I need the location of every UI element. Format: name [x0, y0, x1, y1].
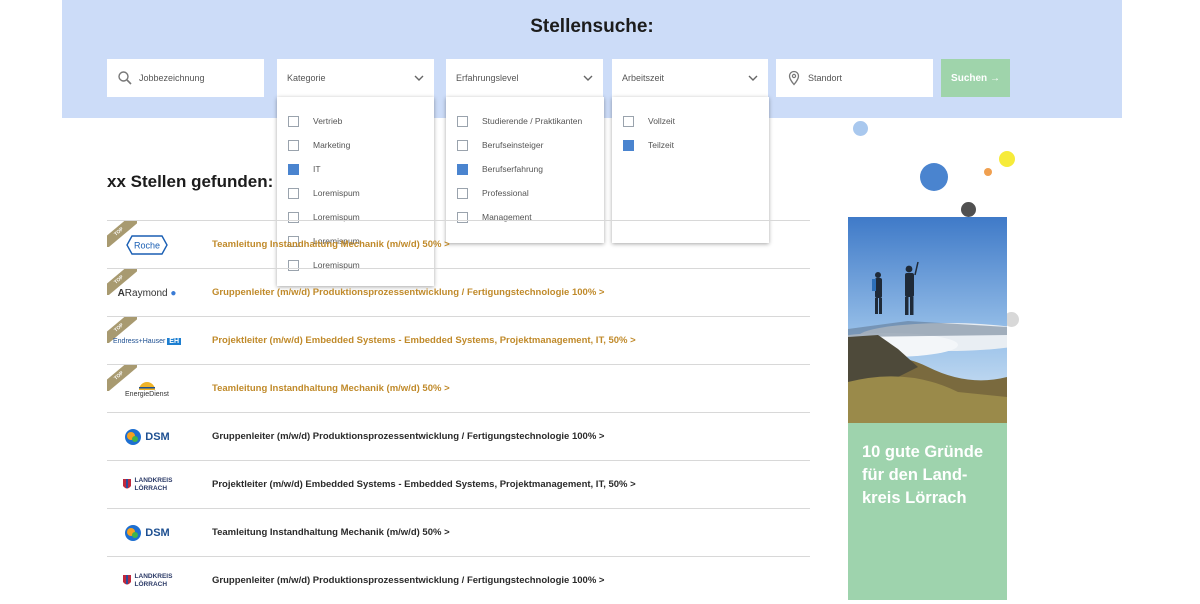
search-heading: Stellensuche: [530, 16, 654, 37]
job-title[interactable]: Teamleitung Instandhaltung Mechanik (m/w… [212, 221, 450, 268]
job-row[interactable]: TOP EnergieDienst Teamleitung Instandhal… [107, 364, 810, 412]
job-title[interactable]: Gruppenleiter (m/w/d) Produktionsprozess… [212, 269, 604, 316]
checkbox[interactable] [288, 115, 299, 127]
category-option[interactable]: Loremispum [277, 181, 434, 205]
decorative-dot [853, 121, 868, 136]
experience-option[interactable]: Professional [446, 181, 604, 205]
job-row[interactable]: DSM Teamleitung Instandhaltung Mechanik … [107, 508, 810, 556]
decorative-dot [984, 168, 992, 176]
search-icon [118, 71, 132, 85]
worktime-select[interactable]: Arbeitszeit [612, 59, 768, 97]
option-label: Loremispum [313, 188, 360, 198]
experience-option[interactable]: Berufseinsteiger [446, 133, 604, 157]
company-logo-dsm: DSM [107, 419, 187, 455]
checkbox[interactable] [457, 163, 468, 175]
job-row[interactable]: TOP Roche Teamleitung Instandhaltung Mec… [107, 220, 810, 268]
category-option[interactable]: Marketing [277, 133, 434, 157]
checkbox[interactable] [457, 139, 468, 151]
option-label: Marketing [313, 140, 351, 150]
option-label: Vertrieb [313, 116, 343, 126]
worktime-option[interactable]: Teilzeit [612, 133, 769, 157]
company-logo-roche: Roche [107, 227, 187, 263]
job-title[interactable]: Teamleitung Instandhaltung Mechanik (m/w… [212, 365, 450, 412]
option-label: Berufseinsteiger [482, 140, 544, 150]
chevron-down-icon [583, 75, 593, 81]
option-label: Vollzeit [648, 116, 675, 126]
category-option[interactable]: IT [277, 157, 434, 181]
job-title-field[interactable]: Jobbezeichnung [107, 59, 264, 97]
job-title[interactable]: Projektleiter (m/w/d) Embedded Systems -… [212, 461, 636, 508]
job-title-placeholder: Jobbezeichnung [139, 73, 205, 83]
company-logo-energiedienst: EnergieDienst [107, 371, 187, 407]
job-title[interactable]: Teamleitung Instandhaltung Mechanik (m/w… [212, 509, 450, 556]
job-title[interactable]: Projektleiter (m/w/d) Embedded Systems -… [212, 317, 636, 364]
sidebar-ad[interactable]: 10 gute Gründe für den Land-kreis Lörrac… [848, 217, 1007, 600]
experience-label: Erfahrungslevel [456, 73, 519, 83]
chevron-down-icon [414, 75, 424, 81]
category-option[interactable]: Vertrieb [277, 109, 434, 133]
checkbox[interactable] [457, 115, 468, 127]
job-title[interactable]: Gruppenleiter (m/w/d) Produktionsprozess… [212, 413, 604, 460]
option-label: Teilzeit [648, 140, 674, 150]
category-select[interactable]: Kategorie [277, 59, 434, 97]
chevron-down-icon [748, 75, 758, 81]
job-row[interactable]: LANDKREIS LÖRRACH Gruppenleiter (m/w/d) P… [107, 556, 810, 604]
worktime-label: Arbeitszeit [622, 73, 665, 83]
job-row[interactable]: TOP Endress+Hauser EH Projektleiter (m/w… [107, 316, 810, 364]
search-button[interactable]: Suchen → [941, 59, 1010, 97]
checkbox[interactable] [623, 115, 634, 127]
company-logo-landkreis-loerrach: LANDKREIS LÖRRACH [107, 467, 187, 503]
hikers-photo [848, 217, 1007, 423]
ad-headline: 10 gute Gründe für den Land-kreis Lörrac… [848, 423, 1007, 600]
checkbox[interactable] [288, 163, 299, 175]
company-logo-endress-hauser: Endress+Hauser EH [112, 337, 182, 345]
company-logo-landkreis-loerrach: LANDKREIS LÖRRACH [107, 563, 187, 599]
decorative-dot [961, 202, 976, 217]
checkbox[interactable] [288, 139, 299, 151]
job-title[interactable]: Gruppenleiter (m/w/d) Produktionsprozess… [212, 557, 604, 604]
option-label: IT [313, 164, 321, 174]
experience-option[interactable]: Studierende / Praktikanten [446, 109, 604, 133]
option-label: Berufserfahrung [482, 164, 543, 174]
location-placeholder: Standort [808, 73, 843, 83]
checkbox[interactable] [288, 187, 299, 199]
job-list: TOP Roche Teamleitung Instandhaltung Mec… [107, 220, 810, 604]
option-label: Studierende / Praktikanten [482, 116, 583, 126]
checkbox[interactable] [457, 187, 468, 199]
company-logo-dsm: DSM [107, 515, 187, 551]
decorative-dot [920, 163, 948, 191]
option-label: Professional [482, 188, 529, 198]
svg-text:Roche: Roche [134, 241, 160, 251]
results-count: xx Stellen gefunden: [107, 172, 274, 191]
decorative-dot [999, 151, 1015, 167]
location-pin-icon [788, 70, 800, 86]
experience-select[interactable]: Erfahrungslevel [446, 59, 603, 97]
checkbox[interactable] [623, 139, 634, 151]
company-logo-araymond: ARaymond ● [117, 287, 177, 299]
job-row[interactable]: LANDKREIS LÖRRACH Projektleiter (m/w/d) E… [107, 460, 810, 508]
location-field[interactable]: Standort [776, 59, 933, 97]
job-row[interactable]: TOP ARaymond ● Gruppenleiter (m/w/d) Pro… [107, 268, 810, 316]
category-label: Kategorie [287, 73, 326, 83]
job-row[interactable]: DSM Gruppenleiter (m/w/d) Produktionspro… [107, 412, 810, 460]
experience-option[interactable]: Berufserfahrung [446, 157, 604, 181]
worktime-option[interactable]: Vollzeit [612, 109, 769, 133]
